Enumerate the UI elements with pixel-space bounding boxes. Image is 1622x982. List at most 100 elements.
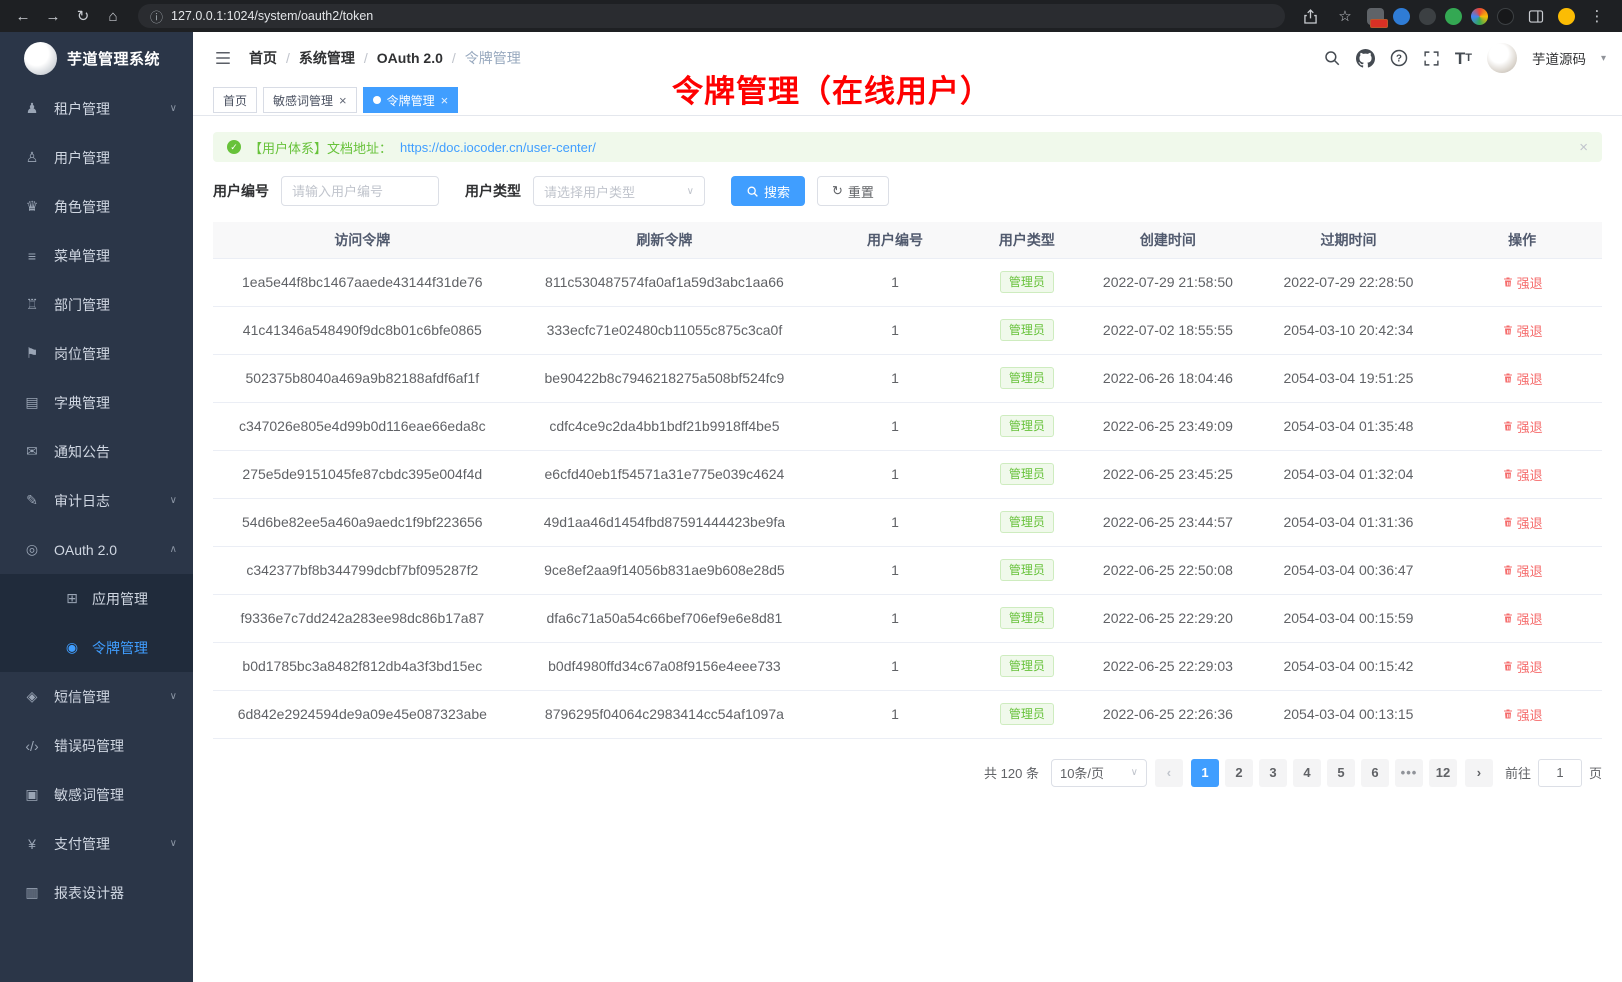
page-button-1[interactable]: 1 <box>1191 759 1219 787</box>
refresh-icon[interactable]: ↻ <box>70 3 96 29</box>
force-logout-button[interactable]: 强退 <box>1502 609 1543 628</box>
sidebar-item-label: 通知公告 <box>54 442 110 462</box>
page-button-5[interactable]: 5 <box>1327 759 1355 787</box>
sidebar-item-sensitiveword[interactable]: ▣敏感词管理 <box>0 770 193 819</box>
prev-page-button[interactable]: ‹ <box>1155 759 1183 787</box>
doc-link[interactable]: https://doc.iocoder.cn/user-center/ <box>400 140 596 155</box>
page-button-12[interactable]: 12 <box>1429 759 1457 787</box>
close-icon[interactable]: × <box>441 94 449 107</box>
sidebar-item-oauth2[interactable]: ◎OAuth 2.0∧ <box>0 525 193 574</box>
app-logo[interactable]: 芋道管理系统 <box>0 32 193 84</box>
page-ellipsis[interactable]: ••• <box>1395 759 1423 787</box>
tab-1[interactable]: 敏感词管理× <box>263 87 357 113</box>
force-logout-button[interactable]: 强退 <box>1502 465 1543 484</box>
action-cell: 强退 <box>1442 354 1602 402</box>
page-button-3[interactable]: 3 <box>1259 759 1287 787</box>
action-cell: 强退 <box>1442 402 1602 450</box>
back-icon[interactable]: ← <box>10 3 36 29</box>
reset-button[interactable]: ↻ 重置 <box>817 176 889 206</box>
font-size-icon[interactable]: TT <box>1455 50 1472 67</box>
page-size-select[interactable]: 10条/页 ∨ <box>1051 759 1147 787</box>
expire-time-cell: 2054-03-04 01:35:48 <box>1255 402 1443 450</box>
search-icon[interactable] <box>1323 49 1341 67</box>
force-logout-button[interactable]: 强退 <box>1502 369 1543 388</box>
table-row: 54d6be82ee5a460a9aedc1f9bf22365649d1aa46… <box>213 498 1602 546</box>
sidebar-item-sms[interactable]: ◈短信管理∨ <box>0 672 193 721</box>
sidebar-item-report[interactable]: ▥报表设计器 <box>0 868 193 917</box>
user-avatar[interactable] <box>1487 43 1517 73</box>
share-icon[interactable] <box>1297 3 1323 29</box>
search-button[interactable]: 搜索 <box>731 176 805 206</box>
sidebar-item-dict[interactable]: ▤字典管理 <box>0 378 193 427</box>
breadcrumb-item[interactable]: OAuth 2.0 <box>377 50 443 66</box>
sidebar-item-user[interactable]: ♙用户管理 <box>0 133 193 182</box>
tab-2[interactable]: 令牌管理× <box>363 87 459 113</box>
force-logout-button[interactable]: 强退 <box>1502 513 1543 532</box>
side-panel-icon[interactable] <box>1523 3 1549 29</box>
extension-badge <box>1370 19 1388 28</box>
breadcrumb-separator: / <box>364 50 368 66</box>
sidebar-item-oauth2-app[interactable]: ⊞应用管理 <box>0 574 193 623</box>
close-icon[interactable]: × <box>1579 139 1588 156</box>
collapse-sidebar-icon[interactable] <box>213 49 233 67</box>
extension-icon[interactable] <box>1497 8 1514 25</box>
username[interactable]: 芋道源码 <box>1532 48 1586 68</box>
sidebar-item-notice[interactable]: ✉ 通知公告 <box>0 427 193 476</box>
user-id-input[interactable] <box>281 176 439 206</box>
sidebar-item-dept[interactable]: ♖部门管理 <box>0 280 193 329</box>
force-logout-button[interactable]: 强退 <box>1502 417 1543 436</box>
sidebar-item-role[interactable]: ♛角色管理 <box>0 182 193 231</box>
sidebar-item-post[interactable]: ⚑岗位管理 <box>0 329 193 378</box>
user-type-cell: 管理员 <box>973 498 1081 546</box>
force-logout-button[interactable]: 强退 <box>1502 273 1543 292</box>
user-type-badge: 管理员 <box>1000 703 1054 725</box>
sidebar-item-audit[interactable]: ✎审计日志∨ <box>0 476 193 525</box>
user-type-select[interactable]: 请选择用户类型 ∨ <box>533 176 705 206</box>
access-token-cell: f9336e7c7dd242a283ee98dc86b17a87 <box>213 594 512 642</box>
total-count: 共 120 条 <box>984 763 1039 782</box>
browser-menu-icon[interactable]: ⋮ <box>1584 3 1610 29</box>
forward-icon[interactable]: → <box>40 3 66 29</box>
page-button-2[interactable]: 2 <box>1225 759 1253 787</box>
force-logout-button[interactable]: 强退 <box>1502 561 1543 580</box>
active-tab-dot-icon <box>373 96 381 104</box>
tab-0[interactable]: 首页 <box>213 87 257 113</box>
close-icon[interactable]: × <box>339 94 347 107</box>
extension-icon[interactable] <box>1393 8 1410 25</box>
refresh-token-cell: b0df4980ffd34c67a08f9156e4eee733 <box>512 642 818 690</box>
report-designer-icon: ▥ <box>22 884 42 901</box>
create-time-cell: 2022-06-25 22:29:03 <box>1081 642 1255 690</box>
github-icon[interactable] <box>1356 49 1375 68</box>
sidebar-item-errorcode[interactable]: ‹/›错误码管理 <box>0 721 193 770</box>
notice-icon: ✉ <box>22 443 42 460</box>
home-icon[interactable]: ⌂ <box>100 3 126 29</box>
breadcrumb-item[interactable]: 首页 <box>249 48 277 68</box>
force-logout-button[interactable]: 强退 <box>1502 321 1543 340</box>
help-icon[interactable]: ? <box>1390 49 1408 67</box>
sidebar-item-label: 租户管理 <box>54 99 110 119</box>
next-page-button[interactable]: › <box>1465 759 1493 787</box>
extension-icon[interactable] <box>1419 8 1436 25</box>
user-id-cell: 1 <box>817 258 973 306</box>
page-button-6[interactable]: 6 <box>1361 759 1389 787</box>
force-logout-label: 强退 <box>1517 273 1543 292</box>
sidebar-item-oauth2-token[interactable]: ◉令牌管理 <box>0 623 193 672</box>
sidebar-item-tenant[interactable]: ♟租户管理∨ <box>0 84 193 133</box>
sidebar-item-label: 角色管理 <box>54 197 110 217</box>
extension-icon[interactable] <box>1471 8 1488 25</box>
address-bar[interactable]: ⓘ 127.0.0.1:1024/system/oauth2/token <box>138 4 1285 28</box>
browser-profile-avatar[interactable] <box>1558 8 1575 25</box>
force-logout-button[interactable]: 强退 <box>1502 657 1543 676</box>
breadcrumb-item[interactable]: 系统管理 <box>299 48 355 68</box>
site-info-icon[interactable]: ⓘ <box>150 7 163 26</box>
bookmark-star-icon[interactable]: ☆ <box>1332 3 1358 29</box>
sidebar-item-menu[interactable]: ≡菜单管理 <box>0 231 193 280</box>
action-cell: 强退 <box>1442 306 1602 354</box>
extension-icon[interactable] <box>1445 8 1462 25</box>
force-logout-button[interactable]: 强退 <box>1502 705 1543 724</box>
page-button-4[interactable]: 4 <box>1293 759 1321 787</box>
sidebar-item-pay[interactable]: ¥支付管理∨ <box>0 819 193 868</box>
fullscreen-icon[interactable] <box>1423 50 1440 67</box>
goto-page-input[interactable] <box>1538 759 1582 787</box>
extension-icon[interactable] <box>1367 8 1384 25</box>
